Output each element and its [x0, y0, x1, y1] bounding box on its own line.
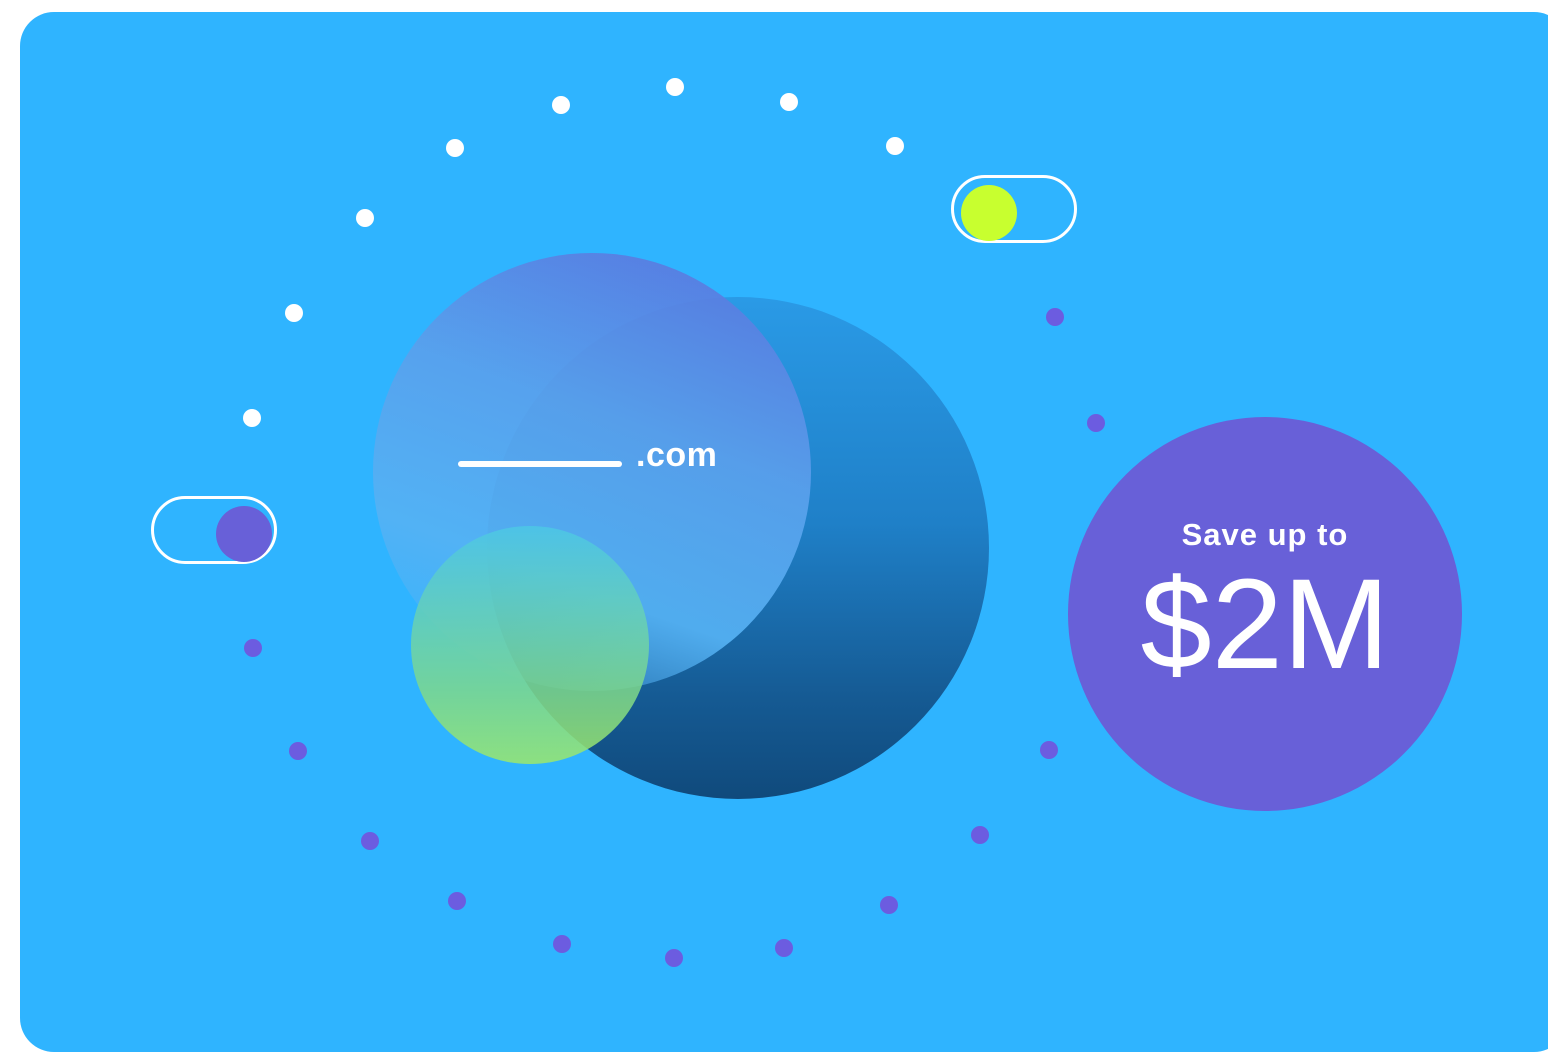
arc-dot [244, 639, 262, 657]
savings-badge: Save up to $2M [1068, 417, 1462, 811]
arc-dot [971, 826, 989, 844]
arc-dot [243, 409, 261, 427]
savings-amount: $2M [1140, 553, 1390, 696]
arc-dot [1046, 308, 1064, 326]
arc-dot [553, 935, 571, 953]
arc-dot [289, 742, 307, 760]
toggle-top-right[interactable] [951, 175, 1077, 243]
arc-dot [1040, 741, 1058, 759]
arc-dot [446, 139, 464, 157]
arc-dot [880, 896, 898, 914]
domain-label: .com [636, 436, 718, 474]
arc-dot [775, 939, 793, 957]
arc-dot [1087, 414, 1105, 432]
savings-caption: Save up to [1181, 517, 1349, 552]
illustration: .com Save up to $2M [0, 0, 1548, 1029]
domain-placeholder-line [458, 461, 622, 467]
arc-dot [666, 78, 684, 96]
arc-dot [285, 304, 303, 322]
arc-dot [552, 96, 570, 114]
arc-dot [665, 949, 683, 967]
arc-dot [780, 93, 798, 111]
arc-dot [448, 892, 466, 910]
toggle-knob [961, 185, 1017, 241]
sphere-small [411, 526, 649, 764]
toggle-left[interactable] [151, 496, 277, 564]
toggle-knob [216, 506, 272, 562]
arc-dot [361, 832, 379, 850]
arc-dot [886, 137, 904, 155]
arc-dot [356, 209, 374, 227]
